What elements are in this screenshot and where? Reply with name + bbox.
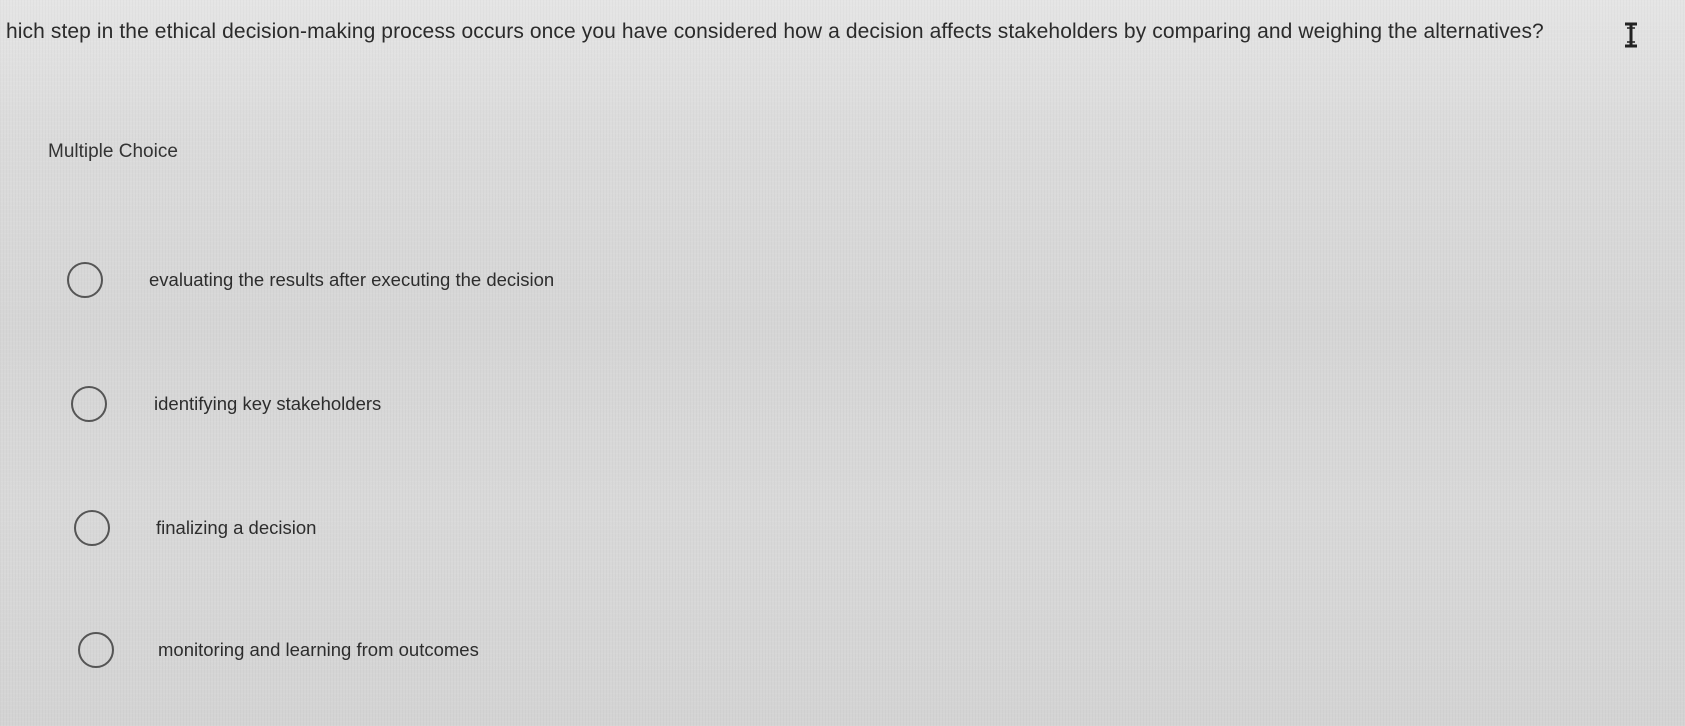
text-cursor-icon bbox=[1625, 22, 1637, 48]
question-band bbox=[0, 0, 1685, 120]
radio-circle-icon[interactable] bbox=[74, 510, 110, 546]
answer-option-4[interactable]: monitoring and learning from outcomes bbox=[78, 632, 518, 672]
radio-circle-icon[interactable] bbox=[71, 386, 107, 422]
answer-option-2[interactable]: identifying key stakeholders bbox=[71, 386, 411, 426]
answer-option-label[interactable]: monitoring and learning from outcomes bbox=[158, 639, 479, 661]
answer-option-1[interactable]: evaluating the results after executing t… bbox=[67, 262, 587, 302]
answer-option-label[interactable]: finalizing a decision bbox=[156, 517, 316, 539]
radio-circle-icon[interactable] bbox=[67, 262, 103, 298]
multiple-choice-label: Multiple Choice bbox=[48, 141, 178, 162]
question-text: hich step in the ethical decision-making… bbox=[6, 20, 1544, 43]
radio-circle-icon[interactable] bbox=[78, 632, 114, 668]
answer-option-label[interactable]: identifying key stakeholders bbox=[154, 393, 381, 415]
answer-option-label[interactable]: evaluating the results after executing t… bbox=[149, 269, 554, 291]
answer-option-3[interactable]: finalizing a decision bbox=[74, 510, 354, 550]
